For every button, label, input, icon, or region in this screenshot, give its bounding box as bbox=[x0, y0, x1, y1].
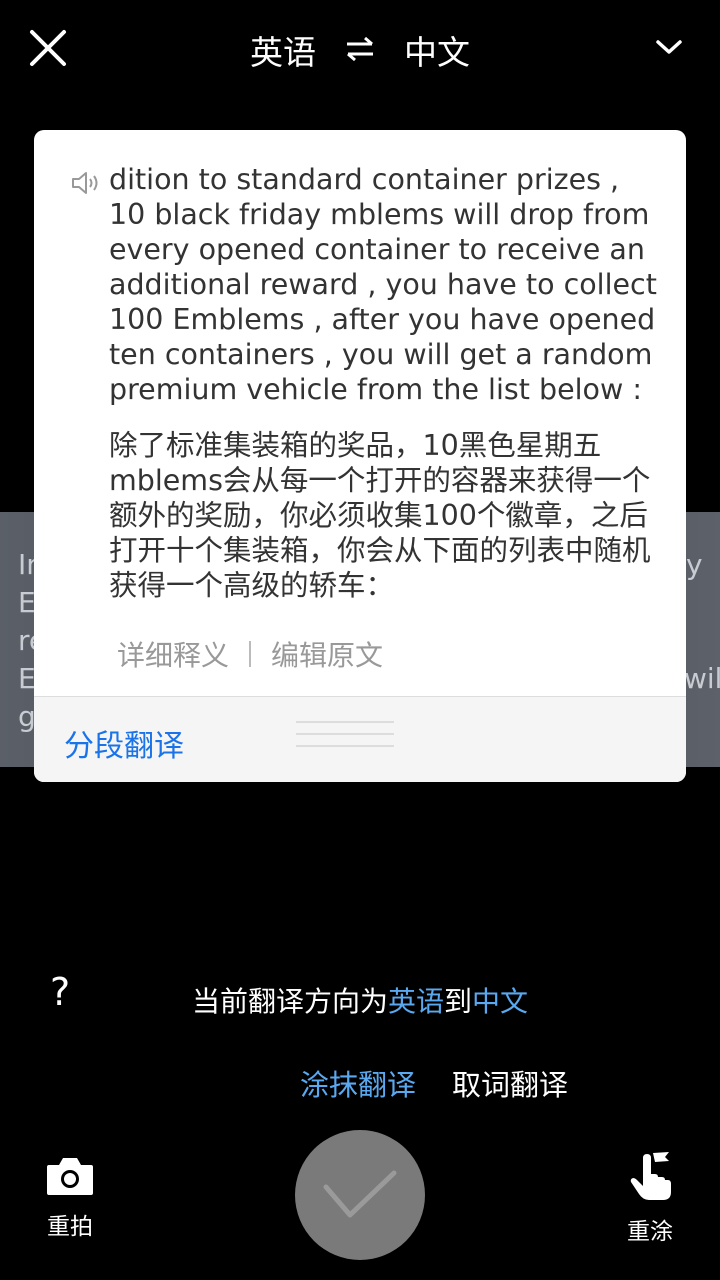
checkmark-icon bbox=[323, 1170, 397, 1218]
card-links: 详细释义 编辑原文 bbox=[117, 634, 383, 674]
direction-middle: 到 bbox=[444, 985, 473, 1018]
retake-button[interactable]: 重拍 bbox=[40, 1155, 100, 1241]
background-text: y bbox=[686, 548, 703, 581]
hand-pointer-icon bbox=[630, 1152, 671, 1200]
direction-prefix: 当前翻译方向为 bbox=[191, 985, 388, 1018]
tab-smear-translate[interactable]: 涂抹翻译 bbox=[300, 1062, 416, 1104]
segment-translate-button[interactable]: 分段翻译 bbox=[64, 721, 184, 765]
speaker-icon bbox=[72, 172, 98, 194]
speak-button[interactable] bbox=[71, 170, 101, 196]
confirm-button[interactable] bbox=[295, 1130, 425, 1260]
edit-source-link[interactable]: 编辑原文 bbox=[271, 634, 383, 674]
source-text: dition to standard container prizes , 10… bbox=[109, 163, 657, 406]
detail-link[interactable]: 详细释义 bbox=[117, 634, 229, 674]
translation-card: dition to standard container prizes , 10… bbox=[34, 130, 686, 782]
card-footer: 分段翻译 bbox=[34, 696, 686, 782]
language-switcher: 英语 中文 bbox=[0, 26, 720, 74]
repaint-label: 重涂 bbox=[627, 1219, 673, 1245]
source-language[interactable]: 英语 bbox=[250, 26, 316, 74]
retake-label: 重拍 bbox=[47, 1214, 93, 1240]
swap-icon bbox=[347, 36, 373, 61]
repaint-button[interactable]: 重涂 bbox=[620, 1150, 680, 1246]
target-language[interactable]: 中文 bbox=[404, 26, 470, 74]
swap-languages-button[interactable] bbox=[344, 31, 376, 70]
collapse-button[interactable] bbox=[654, 36, 684, 58]
direction-to: 中文 bbox=[472, 985, 529, 1018]
direction-from: 英语 bbox=[387, 985, 444, 1018]
drag-handle[interactable] bbox=[296, 721, 394, 755]
camera-icon bbox=[47, 1158, 93, 1195]
translation-direction: 当前翻译方向为英语到中文 bbox=[0, 980, 720, 1020]
background-text: will bbox=[684, 662, 720, 695]
tab-word-translate[interactable]: 取词翻译 bbox=[452, 1062, 568, 1104]
divider bbox=[249, 641, 252, 667]
chevron-down-icon bbox=[656, 40, 682, 54]
translated-text: 除了标准集装箱的奖品，10黑色星期五mblems会从每一个打开的容器来获得一个额… bbox=[109, 429, 651, 602]
